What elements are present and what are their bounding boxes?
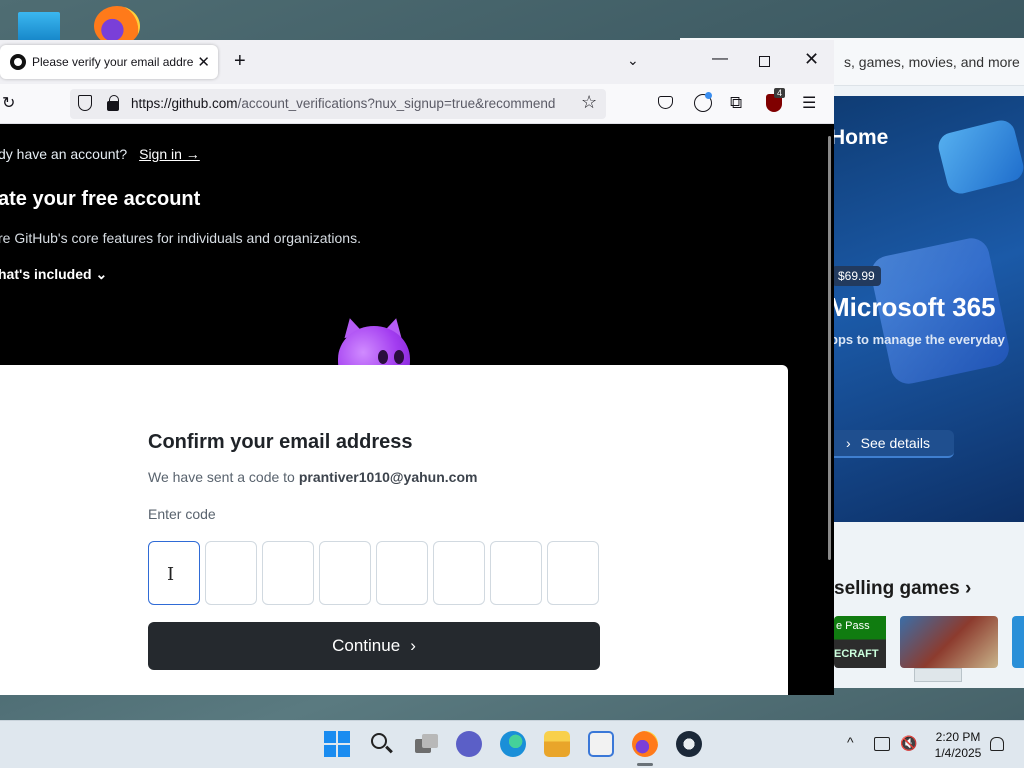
- volume-muted-icon[interactable]: 🔇: [900, 735, 917, 752]
- pocket-icon[interactable]: [658, 96, 673, 109]
- store-product-tagline: pps to manage the everyday: [834, 332, 1005, 347]
- mascot-eye: [378, 350, 388, 364]
- signin-prompt-text: dy have an account?: [0, 146, 128, 162]
- tab-bar: Please verify your email address ✕ + ⌄ —…: [0, 40, 834, 84]
- network-icon[interactable]: [874, 737, 890, 751]
- code-digit-input[interactable]: [490, 541, 542, 605]
- email-address: prantiver1010@yahun.com: [298, 469, 478, 485]
- hamburger-menu-icon[interactable]: ☰: [802, 93, 816, 113]
- search-icon[interactable]: [369, 731, 395, 757]
- chevron-right-icon: ›: [846, 435, 851, 451]
- file-explorer-icon[interactable]: [544, 731, 570, 757]
- taskbar: ^ 🔇 2:20 PM 1/4/2025: [0, 720, 1024, 768]
- account-notification-dot: [705, 92, 712, 99]
- tracking-shield-icon[interactable]: [78, 95, 92, 111]
- store-section-label: selling games: [834, 578, 960, 599]
- see-details-label: See details: [860, 435, 930, 451]
- start-icon[interactable]: [324, 731, 350, 757]
- verification-card: Confirm your email address We have sent …: [0, 365, 788, 695]
- github-page: dy have an account? Sign in → ate your f…: [0, 124, 834, 695]
- reload-icon[interactable]: ↻: [2, 93, 15, 113]
- continue-label: Continue: [332, 636, 401, 655]
- maximize-icon[interactable]: [759, 56, 770, 67]
- url-host: https://github.com: [131, 96, 238, 111]
- whats-included-label: hat's included: [0, 266, 92, 282]
- page-title: ate your free account: [0, 188, 201, 210]
- url-text[interactable]: https://github.com/account_verifications…: [131, 96, 569, 111]
- chevron-down-icon[interactable]: ⌄: [627, 52, 639, 69]
- firefox-icon[interactable]: [632, 731, 658, 757]
- url-bar[interactable]: https://github.com/account_verifications…: [70, 89, 606, 119]
- code-digit-input[interactable]: [547, 541, 599, 605]
- code-digit-input[interactable]: [376, 541, 428, 605]
- tab-title: Please verify your email address: [32, 55, 194, 69]
- task-view-icon[interactable]: [413, 731, 439, 757]
- lock-icon[interactable]: [107, 95, 119, 111]
- desktop-icon[interactable]: [18, 12, 60, 42]
- active-app-indicator: [637, 763, 653, 766]
- chevron-right-icon: ›: [410, 636, 416, 655]
- whats-included-toggle[interactable]: hat's included ⌄: [0, 266, 107, 283]
- teams-chat-icon[interactable]: [456, 731, 482, 757]
- code-input-row: I: [148, 541, 599, 605]
- store-game-card[interactable]: e Pass ECRAFT: [834, 616, 886, 668]
- edge-icon[interactable]: [500, 731, 526, 757]
- code-digit-input[interactable]: [205, 541, 257, 605]
- code-digit-input[interactable]: [433, 541, 485, 605]
- chevron-right-icon: ›: [964, 578, 972, 599]
- text-cursor-icon: I: [167, 564, 175, 585]
- minimize-icon[interactable]: —: [712, 50, 728, 68]
- store-home-title: Home: [834, 126, 889, 149]
- clock-time: 2:20 PM: [935, 730, 981, 744]
- continue-button[interactable]: Continue ›: [148, 622, 600, 670]
- clock[interactable]: 2:20 PM 1/4/2025: [928, 729, 988, 761]
- code-digit-input[interactable]: [262, 541, 314, 605]
- sent-code-message: We have sent a code to prantiver1010@yahu…: [148, 469, 477, 485]
- signin-prompt: dy have an account? Sign in →: [0, 146, 200, 162]
- sent-prefix: We have sent a code to: [148, 469, 295, 485]
- store-price-badge: $69.99: [834, 266, 881, 286]
- chevron-down-icon: ⌄: [95, 266, 108, 282]
- signin-link[interactable]: Sign in →: [139, 146, 200, 162]
- scrollbar[interactable]: [828, 136, 831, 560]
- store-product-title: Microsoft 365: [834, 292, 996, 322]
- code-digit-input[interactable]: I: [148, 541, 200, 605]
- firefox-window: Please verify your email address ✕ + ⌄ —…: [0, 40, 834, 695]
- code-digit-input[interactable]: [319, 541, 371, 605]
- close-window-icon[interactable]: ✕: [804, 49, 819, 70]
- notification-bell-icon[interactable]: [990, 737, 1004, 751]
- store-section-title[interactable]: selling games ›: [834, 578, 971, 600]
- extensions-icon[interactable]: ⧉: [730, 93, 742, 113]
- store-card-pass-label: e Pass: [836, 620, 870, 632]
- url-path: /account_verifications?nux_signup=true&r…: [237, 96, 556, 111]
- mascot-eye: [394, 350, 404, 364]
- store-game-card[interactable]: [1012, 616, 1024, 668]
- see-details-button[interactable]: › See details: [834, 430, 954, 458]
- chevron-up-icon[interactable]: ^: [847, 734, 854, 750]
- microsoft-store-icon[interactable]: [588, 731, 614, 757]
- store-hero-banner[interactable]: Home $69.99 Microsoft 365 pps to manage …: [834, 96, 1024, 522]
- store-view-toggle[interactable]: [914, 668, 962, 682]
- navigation-toolbar: ↻ https://github.com/account_verificatio…: [0, 84, 834, 124]
- bookmark-star-icon[interactable]: ☆: [581, 92, 597, 113]
- enter-code-label: Enter code: [148, 506, 216, 522]
- page-subtitle: re GitHub's core features for individual…: [0, 230, 361, 246]
- store-search-placeholder: s, games, movies, and more: [844, 54, 1020, 70]
- clock-date: 1/4/2025: [934, 746, 982, 760]
- card-title: Confirm your email address: [148, 431, 413, 453]
- ublock-badge: 4: [774, 88, 786, 98]
- close-tab-icon[interactable]: ✕: [197, 53, 210, 71]
- store-card-logo-text: ECRAFT: [834, 648, 879, 660]
- github-icon: [10, 54, 26, 70]
- new-tab-icon[interactable]: +: [234, 50, 246, 73]
- outlook-logo-icon: [935, 117, 1024, 197]
- store-game-card[interactable]: [900, 616, 998, 668]
- steam-icon[interactable]: [676, 731, 702, 757]
- tab-github-verify[interactable]: Please verify your email address ✕: [0, 45, 218, 79]
